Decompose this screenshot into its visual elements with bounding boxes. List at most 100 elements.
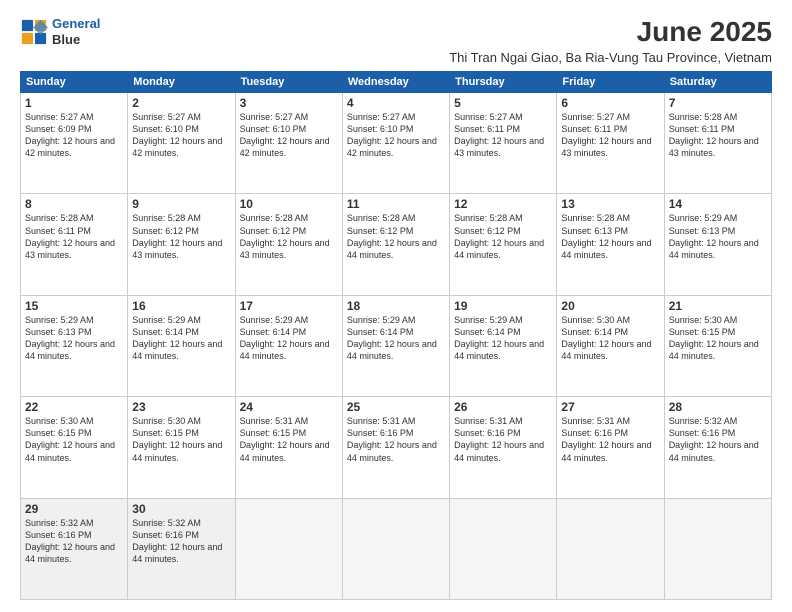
- week-row-5: 29 Sunrise: 5:32 AMSunset: 6:16 PMDaylig…: [21, 498, 772, 599]
- day-number: 16: [132, 299, 230, 313]
- day-info: Sunrise: 5:28 AMSunset: 6:13 PMDaylight:…: [561, 212, 659, 261]
- day-info: Sunrise: 5:32 AMSunset: 6:16 PMDaylight:…: [25, 517, 123, 566]
- header-cell-wednesday: Wednesday: [342, 72, 449, 93]
- logo-text: General Blue: [52, 16, 100, 47]
- table-row: 3 Sunrise: 5:27 AMSunset: 6:10 PMDayligh…: [235, 93, 342, 194]
- table-row: 13 Sunrise: 5:28 AMSunset: 6:13 PMDaylig…: [557, 194, 664, 295]
- day-info: Sunrise: 5:32 AMSunset: 6:16 PMDaylight:…: [669, 415, 767, 464]
- table-row: 8 Sunrise: 5:28 AMSunset: 6:11 PMDayligh…: [21, 194, 128, 295]
- day-number: 4: [347, 96, 445, 110]
- day-number: 11: [347, 197, 445, 211]
- day-info: Sunrise: 5:31 AMSunset: 6:15 PMDaylight:…: [240, 415, 338, 464]
- table-row: 14 Sunrise: 5:29 AMSunset: 6:13 PMDaylig…: [664, 194, 771, 295]
- table-row: 26 Sunrise: 5:31 AMSunset: 6:16 PMDaylig…: [450, 397, 557, 498]
- day-info: Sunrise: 5:30 AMSunset: 6:15 PMDaylight:…: [132, 415, 230, 464]
- table-row: 20 Sunrise: 5:30 AMSunset: 6:14 PMDaylig…: [557, 295, 664, 396]
- table-row: [235, 498, 342, 599]
- day-info: Sunrise: 5:28 AMSunset: 6:12 PMDaylight:…: [454, 212, 552, 261]
- table-row: 19 Sunrise: 5:29 AMSunset: 6:14 PMDaylig…: [450, 295, 557, 396]
- table-row: 23 Sunrise: 5:30 AMSunset: 6:15 PMDaylig…: [128, 397, 235, 498]
- day-number: 29: [25, 502, 123, 516]
- header-cell-thursday: Thursday: [450, 72, 557, 93]
- table-row: 18 Sunrise: 5:29 AMSunset: 6:14 PMDaylig…: [342, 295, 449, 396]
- table-row: 11 Sunrise: 5:28 AMSunset: 6:12 PMDaylig…: [342, 194, 449, 295]
- week-row-2: 8 Sunrise: 5:28 AMSunset: 6:11 PMDayligh…: [21, 194, 772, 295]
- day-info: Sunrise: 5:27 AMSunset: 6:10 PMDaylight:…: [132, 111, 230, 160]
- day-number: 26: [454, 400, 552, 414]
- day-number: 17: [240, 299, 338, 313]
- day-number: 1: [25, 96, 123, 110]
- day-info: Sunrise: 5:28 AMSunset: 6:12 PMDaylight:…: [132, 212, 230, 261]
- day-info: Sunrise: 5:28 AMSunset: 6:11 PMDaylight:…: [669, 111, 767, 160]
- day-info: Sunrise: 5:29 AMSunset: 6:13 PMDaylight:…: [25, 314, 123, 363]
- day-number: 2: [132, 96, 230, 110]
- day-info: Sunrise: 5:30 AMSunset: 6:14 PMDaylight:…: [561, 314, 659, 363]
- day-info: Sunrise: 5:31 AMSunset: 6:16 PMDaylight:…: [347, 415, 445, 464]
- day-info: Sunrise: 5:28 AMSunset: 6:12 PMDaylight:…: [240, 212, 338, 261]
- day-info: Sunrise: 5:27 AMSunset: 6:10 PMDaylight:…: [347, 111, 445, 160]
- day-info: Sunrise: 5:28 AMSunset: 6:11 PMDaylight:…: [25, 212, 123, 261]
- table-row: 5 Sunrise: 5:27 AMSunset: 6:11 PMDayligh…: [450, 93, 557, 194]
- day-info: Sunrise: 5:28 AMSunset: 6:12 PMDaylight:…: [347, 212, 445, 261]
- day-info: Sunrise: 5:29 AMSunset: 6:14 PMDaylight:…: [240, 314, 338, 363]
- table-row: [664, 498, 771, 599]
- day-number: 7: [669, 96, 767, 110]
- table-row: [450, 498, 557, 599]
- day-info: Sunrise: 5:27 AMSunset: 6:11 PMDaylight:…: [561, 111, 659, 160]
- table-row: 22 Sunrise: 5:30 AMSunset: 6:15 PMDaylig…: [21, 397, 128, 498]
- day-info: Sunrise: 5:31 AMSunset: 6:16 PMDaylight:…: [561, 415, 659, 464]
- day-info: Sunrise: 5:29 AMSunset: 6:14 PMDaylight:…: [132, 314, 230, 363]
- table-row: [342, 498, 449, 599]
- day-info: Sunrise: 5:29 AMSunset: 6:14 PMDaylight:…: [347, 314, 445, 363]
- table-row: [557, 498, 664, 599]
- table-row: 28 Sunrise: 5:32 AMSunset: 6:16 PMDaylig…: [664, 397, 771, 498]
- header-cell-tuesday: Tuesday: [235, 72, 342, 93]
- header-cell-saturday: Saturday: [664, 72, 771, 93]
- day-info: Sunrise: 5:27 AMSunset: 6:10 PMDaylight:…: [240, 111, 338, 160]
- day-number: 14: [669, 197, 767, 211]
- table-row: 17 Sunrise: 5:29 AMSunset: 6:14 PMDaylig…: [235, 295, 342, 396]
- day-number: 10: [240, 197, 338, 211]
- week-row-3: 15 Sunrise: 5:29 AMSunset: 6:13 PMDaylig…: [21, 295, 772, 396]
- logo-line2: Blue: [52, 32, 100, 48]
- header-cell-monday: Monday: [128, 72, 235, 93]
- table-row: 12 Sunrise: 5:28 AMSunset: 6:12 PMDaylig…: [450, 194, 557, 295]
- day-number: 21: [669, 299, 767, 313]
- subtitle: Thi Tran Ngai Giao, Ba Ria-Vung Tau Prov…: [449, 50, 772, 65]
- day-info: Sunrise: 5:32 AMSunset: 6:16 PMDaylight:…: [132, 517, 230, 566]
- table-row: 10 Sunrise: 5:28 AMSunset: 6:12 PMDaylig…: [235, 194, 342, 295]
- day-number: 25: [347, 400, 445, 414]
- table-row: 15 Sunrise: 5:29 AMSunset: 6:13 PMDaylig…: [21, 295, 128, 396]
- day-number: 20: [561, 299, 659, 313]
- table-row: 24 Sunrise: 5:31 AMSunset: 6:15 PMDaylig…: [235, 397, 342, 498]
- day-number: 6: [561, 96, 659, 110]
- week-row-4: 22 Sunrise: 5:30 AMSunset: 6:15 PMDaylig…: [21, 397, 772, 498]
- week-row-1: 1 Sunrise: 5:27 AMSunset: 6:09 PMDayligh…: [21, 93, 772, 194]
- day-number: 22: [25, 400, 123, 414]
- day-info: Sunrise: 5:30 AMSunset: 6:15 PMDaylight:…: [669, 314, 767, 363]
- month-title: June 2025: [449, 16, 772, 48]
- logo: General Blue: [20, 16, 100, 47]
- table-row: 21 Sunrise: 5:30 AMSunset: 6:15 PMDaylig…: [664, 295, 771, 396]
- page: General Blue June 2025 Thi Tran Ngai Gia…: [0, 0, 792, 612]
- header-cell-sunday: Sunday: [21, 72, 128, 93]
- day-info: Sunrise: 5:29 AMSunset: 6:13 PMDaylight:…: [669, 212, 767, 261]
- table-row: 2 Sunrise: 5:27 AMSunset: 6:10 PMDayligh…: [128, 93, 235, 194]
- day-number: 15: [25, 299, 123, 313]
- day-number: 18: [347, 299, 445, 313]
- table-row: 9 Sunrise: 5:28 AMSunset: 6:12 PMDayligh…: [128, 194, 235, 295]
- day-number: 13: [561, 197, 659, 211]
- day-number: 9: [132, 197, 230, 211]
- day-info: Sunrise: 5:30 AMSunset: 6:15 PMDaylight:…: [25, 415, 123, 464]
- day-number: 3: [240, 96, 338, 110]
- day-info: Sunrise: 5:31 AMSunset: 6:16 PMDaylight:…: [454, 415, 552, 464]
- table-row: 27 Sunrise: 5:31 AMSunset: 6:16 PMDaylig…: [557, 397, 664, 498]
- table-row: 30 Sunrise: 5:32 AMSunset: 6:16 PMDaylig…: [128, 498, 235, 599]
- logo-icon: [20, 18, 48, 46]
- table-row: 16 Sunrise: 5:29 AMSunset: 6:14 PMDaylig…: [128, 295, 235, 396]
- calendar-table: SundayMondayTuesdayWednesdayThursdayFrid…: [20, 71, 772, 600]
- day-info: Sunrise: 5:27 AMSunset: 6:09 PMDaylight:…: [25, 111, 123, 160]
- day-number: 24: [240, 400, 338, 414]
- day-number: 27: [561, 400, 659, 414]
- day-number: 23: [132, 400, 230, 414]
